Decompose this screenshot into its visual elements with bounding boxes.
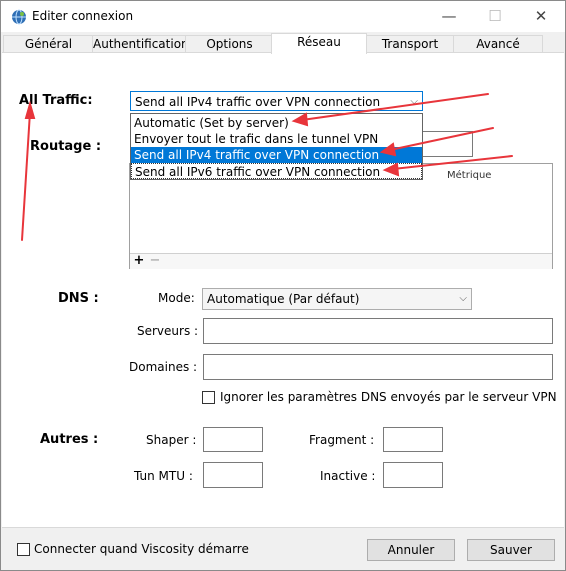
dns-mode-label: Mode: (158, 291, 195, 305)
all-traffic-label: All Traffic: (19, 93, 93, 108)
add-route-button[interactable]: + (132, 254, 146, 268)
dns-section-label: DNS : (58, 291, 99, 306)
dns-domains-label: Domaines : (129, 360, 198, 374)
fragment-input[interactable] (383, 427, 443, 452)
dns-mode-value: Automatique (Par défaut) (207, 292, 360, 306)
chevron-down-icon: ⌵ (410, 96, 418, 107)
inactive-input[interactable] (383, 462, 443, 488)
tab-network[interactable]: Réseau (271, 33, 367, 54)
title-bar: Editer connexion — ☐ ✕ (1, 1, 565, 32)
dns-servers-label: Serveurs : (137, 324, 199, 338)
routing-hidden-field[interactable] (421, 131, 473, 157)
remove-route-button[interactable]: − (148, 254, 162, 268)
edit-connection-window: Editer connexion — ☐ ✕ Général Authentif… (0, 0, 566, 571)
all-traffic-selected-value: Send all IPv4 traffic over VPN connectio… (135, 95, 381, 109)
connect-on-start-label: Connecter quand Viscosity démarre (34, 542, 249, 556)
dns-domains-input[interactable] (203, 354, 553, 380)
close-icon[interactable]: ✕ (518, 1, 564, 32)
tab-general[interactable]: Général (3, 35, 94, 53)
shaper-input[interactable] (203, 427, 263, 452)
ignore-dns-checkbox[interactable] (202, 391, 215, 404)
inactive-label: Inactive : (320, 469, 376, 483)
option-automatic[interactable]: Automatic (Set by server) (131, 115, 422, 131)
globe-app-icon (12, 9, 26, 25)
tab-transport[interactable]: Transport (365, 35, 455, 53)
dns-servers-input[interactable] (203, 318, 553, 344)
tab-options[interactable]: Options (185, 35, 274, 53)
connect-on-start-checkbox[interactable] (17, 543, 30, 556)
save-button[interactable]: Sauver (467, 539, 555, 561)
tun-mtu-label: Tun MTU : (134, 469, 193, 483)
window-title: Editer connexion (32, 9, 134, 23)
maximize-icon[interactable]: ☐ (472, 1, 518, 32)
other-section-label: Autres : (40, 432, 99, 447)
all-traffic-select[interactable]: Send all IPv4 traffic over VPN connectio… (130, 91, 423, 111)
all-traffic-dropdown-list: Automatic (Set by server) Envoyer tout l… (130, 113, 423, 180)
ignore-dns-label: Ignorer les paramètres DNS envoyés par l… (220, 390, 557, 404)
fragment-label: Fragment : (309, 433, 375, 447)
cancel-button[interactable]: Annuler (367, 539, 455, 561)
tab-advanced[interactable]: Avancé (453, 35, 543, 53)
tun-mtu-input[interactable] (203, 462, 263, 488)
routes-toolbar: + − (130, 253, 552, 269)
dns-mode-select[interactable]: Automatique (Par défaut) ⌵ (202, 288, 472, 310)
option-send-all-tunnel[interactable]: Envoyer tout le trafic dans le tunnel VP… (131, 131, 422, 147)
minimize-icon[interactable]: — (426, 1, 472, 32)
tab-authentication[interactable]: Authentificatior (92, 35, 187, 53)
option-ipv6[interactable]: Send all IPv6 traffic over VPN connectio… (131, 163, 422, 179)
column-header: Métrique (447, 170, 492, 181)
shaper-label: Shaper : (146, 433, 197, 447)
option-ipv4[interactable]: Send all IPv4 traffic over VPN connectio… (131, 147, 422, 163)
chevron-down-icon: ⌵ (459, 293, 467, 304)
routing-label: Routage : (30, 139, 102, 154)
